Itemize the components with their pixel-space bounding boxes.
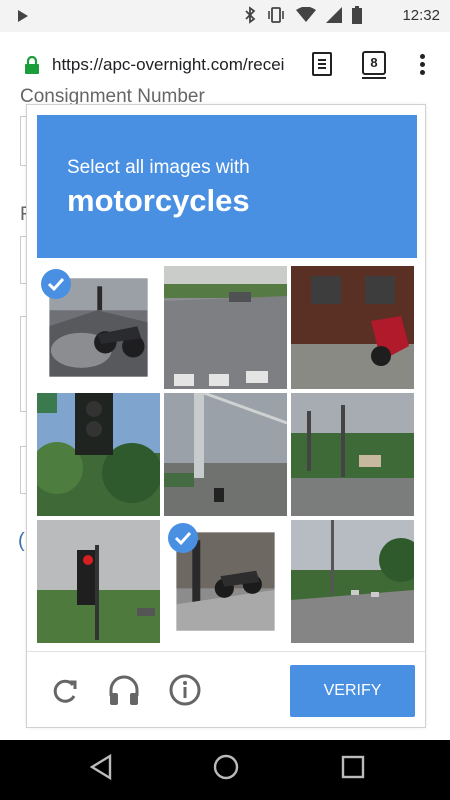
captcha-tile-8[interactable]: [164, 520, 287, 643]
captcha-tile-6[interactable]: [291, 393, 414, 516]
home-icon[interactable]: [212, 753, 240, 781]
captcha-tile-9[interactable]: [291, 520, 414, 643]
captcha-tile-4[interactable]: [37, 393, 160, 516]
selected-check-icon: [168, 523, 198, 553]
tile-image: [37, 520, 160, 643]
captcha-tile-1[interactable]: [37, 266, 160, 389]
lock-icon: [25, 56, 39, 74]
tile-image: [291, 266, 414, 389]
captcha-tile-7[interactable]: [37, 520, 160, 643]
tile-image: [37, 393, 160, 516]
recents-icon[interactable]: [340, 754, 366, 780]
captcha-tile-5[interactable]: [164, 393, 287, 516]
tile-image: [291, 520, 414, 643]
selected-check-icon: [41, 269, 71, 299]
captcha-tile-3[interactable]: [291, 266, 414, 389]
back-icon[interactable]: [88, 753, 114, 781]
wifi-icon: [296, 7, 316, 22]
tile-image: [164, 393, 287, 516]
overflow-menu-icon[interactable]: [420, 54, 426, 76]
navigation-bar: [0, 740, 450, 800]
captcha-tile-2[interactable]: [164, 266, 287, 389]
verify-button[interactable]: VERIFY: [290, 665, 415, 717]
info-icon[interactable]: [169, 674, 201, 706]
status-bar: 12:32: [0, 0, 450, 32]
play-icon: [18, 10, 28, 22]
tile-image: [291, 393, 414, 516]
address-bar[interactable]: https://apc-overnight.com/recei: [52, 55, 296, 75]
status-time: 12:32: [402, 7, 440, 24]
captcha-header: Select all images with motorcycles: [37, 115, 417, 258]
captcha-footer: VERIFY: [27, 651, 425, 728]
tab-switcher-button[interactable]: 8: [362, 51, 386, 79]
tile-image: [164, 266, 287, 389]
status-icons: [244, 6, 362, 24]
vibrate-icon: [268, 7, 284, 23]
battery-icon: [352, 6, 362, 24]
captcha-target: motorcycles: [67, 183, 250, 218]
reader-mode-icon[interactable]: [312, 52, 332, 76]
captcha-dialog: Select all images with motorcycles VERIF…: [26, 104, 426, 728]
signal-icon: [326, 7, 342, 23]
page-link[interactable]: (: [18, 530, 25, 553]
captcha-instruction: Select all images with: [67, 157, 250, 178]
bluetooth-icon: [245, 6, 256, 24]
headphones-icon[interactable]: [107, 674, 141, 706]
reload-icon[interactable]: [49, 676, 79, 706]
